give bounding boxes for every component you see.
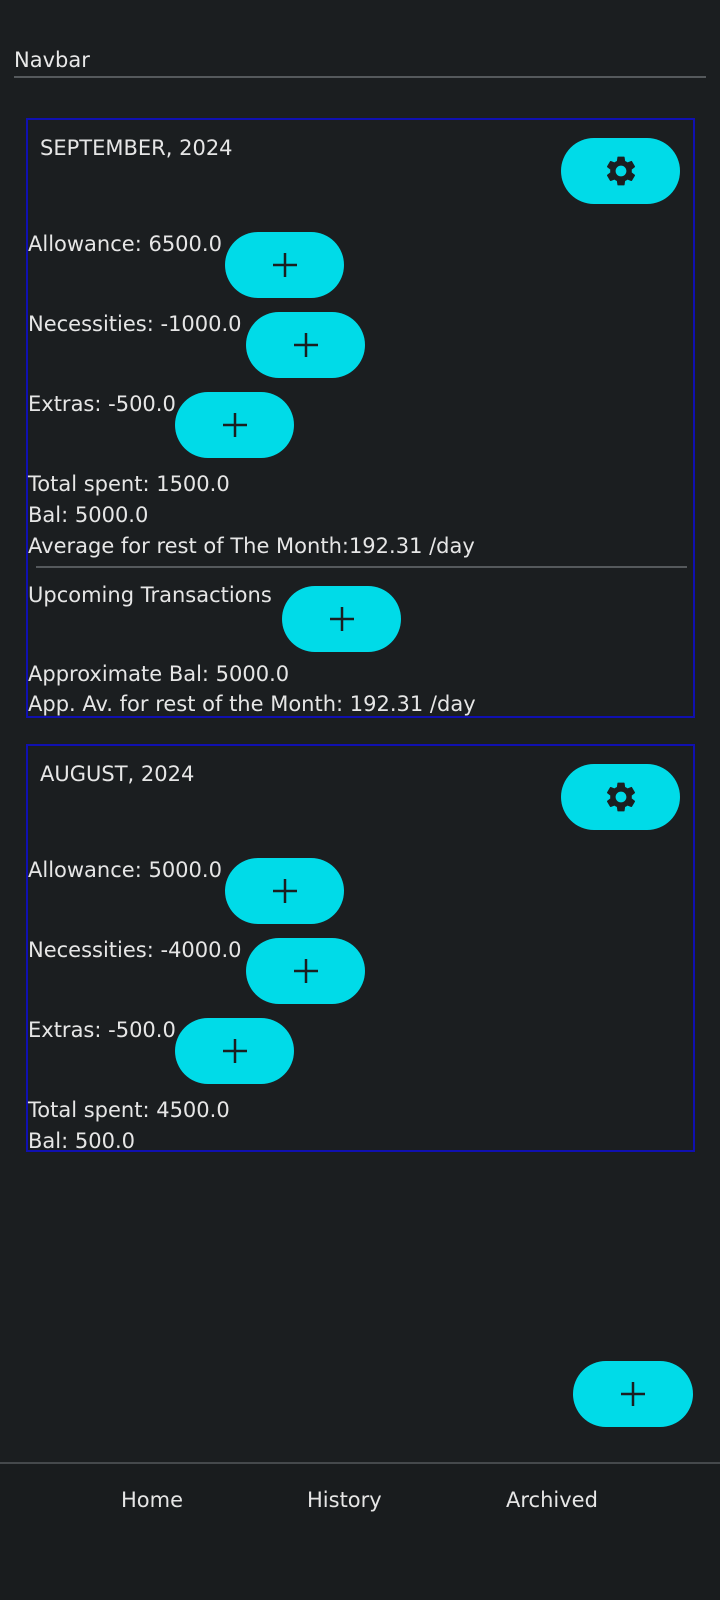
necessities-label: Necessities: -4000.0	[28, 938, 242, 962]
plus-icon	[222, 413, 247, 437]
add-extra-button[interactable]	[175, 1018, 294, 1084]
month-settings-button[interactable]	[561, 138, 680, 204]
add-month-fab[interactable]	[573, 1361, 693, 1427]
total-spent-label: Total spent: 1500.0	[28, 472, 230, 496]
plus-icon	[272, 879, 297, 903]
add-necessity-button[interactable]	[246, 312, 365, 378]
approximate-average-label: App. Av. for rest of the Month: 192.31 /…	[28, 692, 476, 716]
total-spent-label: Total spent: 4500.0	[28, 1098, 230, 1122]
bottom-navigation	[0, 1464, 720, 1600]
add-allowance-button[interactable]	[225, 232, 344, 298]
month-title: AUGUST, 2024	[40, 762, 195, 786]
extras-label: Extras: -500.0	[28, 1018, 176, 1042]
plus-icon	[329, 607, 354, 631]
daily-average-label: Average for rest of The Month:192.31 /da…	[28, 534, 475, 558]
necessities-label: Necessities: -1000.0	[28, 312, 242, 336]
add-extra-button[interactable]	[175, 392, 294, 458]
allowance-label: Allowance: 6500.0	[28, 232, 222, 256]
plus-icon	[293, 959, 318, 983]
allowance-label: Allowance: 5000.0	[28, 858, 222, 882]
add-allowance-button[interactable]	[225, 858, 344, 924]
month-settings-button[interactable]	[561, 764, 680, 830]
navbar-title: Navbar	[14, 48, 90, 72]
add-upcoming-transaction-button[interactable]	[282, 586, 401, 652]
plus-icon	[621, 1382, 645, 1406]
month-title: SEPTEMBER, 2024	[40, 136, 233, 160]
gear-icon	[606, 782, 635, 812]
balance-label: Bal: 5000.0	[28, 503, 149, 527]
month-card-september: SEPTEMBER, 2024 Allowance: 6500.0 Necess…	[26, 118, 695, 718]
plus-icon	[272, 253, 297, 277]
section-divider	[36, 566, 687, 568]
balance-label: Bal: 500.0	[28, 1129, 135, 1153]
extras-label: Extras: -500.0	[28, 392, 176, 416]
plus-icon	[222, 1039, 247, 1063]
approximate-balance-label: Approximate Bal: 5000.0	[28, 662, 290, 686]
gear-icon	[606, 156, 635, 186]
nav-item-archived[interactable]: Archived	[506, 1488, 598, 1512]
bottom-navigation-divider	[0, 1462, 720, 1464]
app-screen: Navbar SEPTEMBER, 2024 Allowance: 6500.0…	[0, 0, 720, 1600]
nav-item-history[interactable]: History	[307, 1488, 382, 1512]
plus-icon	[293, 333, 318, 357]
navbar-divider	[14, 76, 706, 78]
add-necessity-button[interactable]	[246, 938, 365, 1004]
month-card-august: AUGUST, 2024 Allowance: 5000.0 Necessiti…	[26, 744, 695, 1153]
nav-item-home[interactable]: Home	[121, 1488, 183, 1512]
upcoming-transactions-label: Upcoming Transactions	[28, 583, 272, 607]
